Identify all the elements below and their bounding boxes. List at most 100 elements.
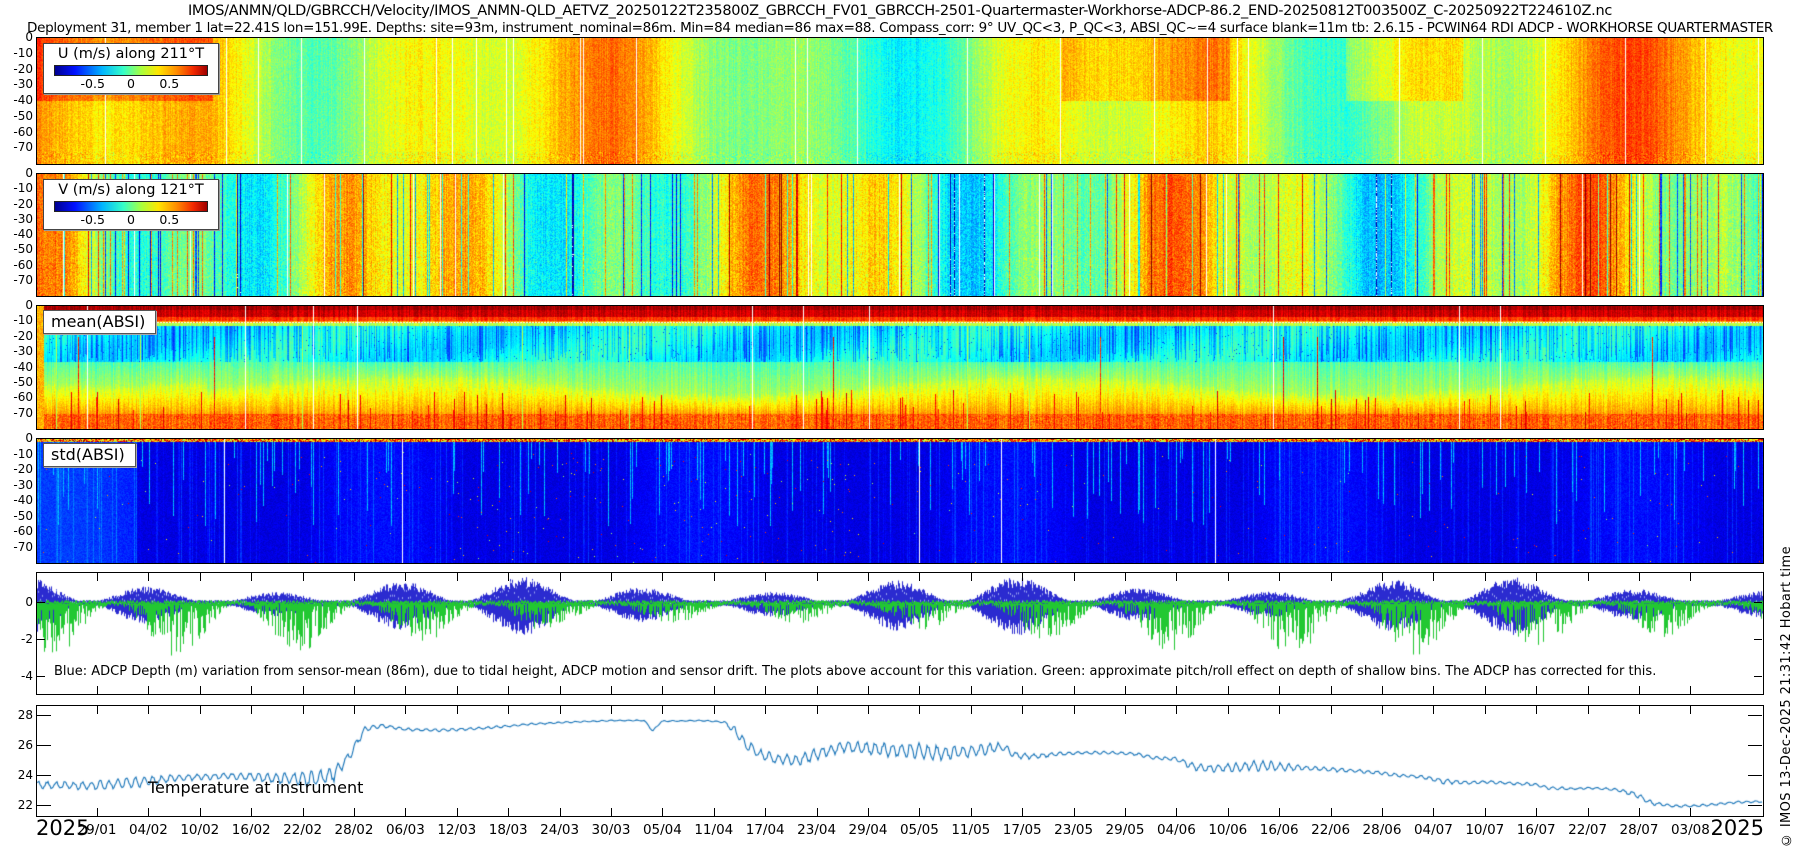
y-tick-label: -20 (0, 62, 33, 76)
x-tick-mark (1690, 808, 1691, 816)
x-tick-mark (1485, 573, 1486, 581)
y-tick-label: 0 (0, 431, 33, 445)
x-tick-mark (303, 573, 304, 581)
colorbar-tick-label: 0 (127, 76, 135, 91)
x-tick-mark (1382, 808, 1383, 816)
y-tick-label: -10 (0, 46, 33, 60)
y-tick-label: 28 (0, 708, 33, 722)
x-tick-mark (148, 686, 149, 694)
x-tick-mark (1690, 686, 1691, 694)
x-tick-mark (1433, 706, 1434, 714)
x-tick-mark (354, 808, 355, 816)
x-tick-mark (1536, 808, 1537, 816)
y-tick-label: -40 (0, 93, 33, 107)
y-tick-label: -60 (0, 125, 33, 139)
x-tick-mark (1125, 573, 1126, 581)
x-tick-mark (1022, 706, 1023, 714)
y-tick-mark (37, 639, 45, 640)
x-tick-mark (1176, 706, 1177, 714)
x-tick-mark (405, 686, 406, 694)
x-tick-mark (97, 686, 98, 694)
x-tick-mark (714, 686, 715, 694)
x-tick-mark (1382, 686, 1383, 694)
y-tick-label: -60 (0, 390, 33, 404)
x-tick-mark (868, 706, 869, 714)
x-tick-mark (405, 808, 406, 816)
colorbar-tick-label: 0 (127, 212, 135, 227)
x-tick-mark (1331, 686, 1332, 694)
x-tick-mark (971, 808, 972, 816)
x-tick-mark (508, 686, 509, 694)
y-tick-label: -4 (0, 669, 33, 683)
colorbar-tick-label: 0.5 (159, 76, 179, 91)
x-tick-mark (765, 808, 766, 816)
x-tick-mark (765, 573, 766, 581)
y-tick-label: -70 (0, 140, 33, 154)
x-tick-mark (1382, 573, 1383, 581)
v-colorbar-ticks: -0.5 0 0.5 (44, 212, 218, 229)
y-tick-label: 0 (0, 298, 33, 312)
temperature-plot (37, 706, 1763, 816)
y-tick-label: -30 (0, 344, 33, 358)
panel-mean-absi: mean(ABSI) (36, 305, 1764, 430)
y-tick-label: -40 (0, 493, 33, 507)
colorbar-tick-label: 0.5 (159, 212, 179, 227)
x-tick-mark (1536, 686, 1537, 694)
adcp-summary-figure: IMOS/ANMN/QLD/GBRCCH/Velocity/IMOS_ANMN-… (0, 0, 1800, 850)
x-tick-mark (1228, 573, 1229, 581)
y-tick-label: 26 (0, 738, 33, 752)
u-velocity-heatmap (37, 38, 1763, 164)
x-tick-mark (405, 706, 406, 714)
x-tick-mark (1279, 686, 1280, 694)
x-tick-mark (1433, 808, 1434, 816)
x-tick-mark (1279, 573, 1280, 581)
panel-u-velocity: U (m/s) along 211°T -0.500.5 (36, 37, 1764, 165)
x-tick-mark (1382, 706, 1383, 714)
x-tick-mark (919, 706, 920, 714)
x-tick-mark (611, 808, 612, 816)
x-tick-mark (560, 573, 561, 581)
x-tick-mark (817, 686, 818, 694)
std-absi-heatmap (37, 439, 1763, 563)
x-tick-mark (1125, 686, 1126, 694)
x-tick-mark (508, 573, 509, 581)
x-tick-mark (971, 686, 972, 694)
x-tick-mark (611, 686, 612, 694)
y-tick-mark (1748, 775, 1762, 776)
x-tick-mark (1125, 808, 1126, 816)
y-tick-label: -40 (0, 360, 33, 374)
copyright-watermark: © IMOS 13-Dec-2025 21:31:42 Hobart time (1779, 546, 1794, 847)
x-tick-mark (919, 686, 920, 694)
mean-absi-label: mean(ABSI) (43, 310, 156, 334)
x-tick-mark (251, 706, 252, 714)
x-tick-mark (1433, 686, 1434, 694)
mean-absi-heatmap (37, 306, 1763, 429)
x-tick-mark (354, 686, 355, 694)
x-tick-mark (765, 706, 766, 714)
x-tick-mark (560, 706, 561, 714)
y-tick-label: -60 (0, 524, 33, 538)
x-tick-mark (200, 808, 201, 816)
x-tick-mark (1228, 686, 1229, 694)
y-tick-label: -50 (0, 109, 33, 123)
x-tick-mark (817, 573, 818, 581)
x-tick-mark (1125, 706, 1126, 714)
x-tick-mark (611, 573, 612, 581)
y-tick-mark (1748, 805, 1762, 806)
y-tick-mark (1754, 639, 1762, 640)
x-tick-mark (1228, 808, 1229, 816)
x-tick-mark (97, 808, 98, 816)
x-tick-mark (919, 573, 920, 581)
y-tick-mark (37, 676, 45, 677)
x-tick-mark (560, 686, 561, 694)
x-tick-mark (1331, 808, 1332, 816)
temperature-label: Temperature at instrument (148, 778, 363, 797)
colorbar-tick-label: -0.5 (81, 212, 105, 227)
x-tick-mark (868, 808, 869, 816)
x-tick-mark (1022, 808, 1023, 816)
y-tick-label: -2 (0, 632, 33, 646)
x-tick-mark (662, 686, 663, 694)
y-tick-label: -10 (0, 447, 33, 461)
x-tick-mark (1022, 686, 1023, 694)
v-colorbar-legend: V (m/s) along 121°T -0.500.5 (43, 179, 219, 230)
